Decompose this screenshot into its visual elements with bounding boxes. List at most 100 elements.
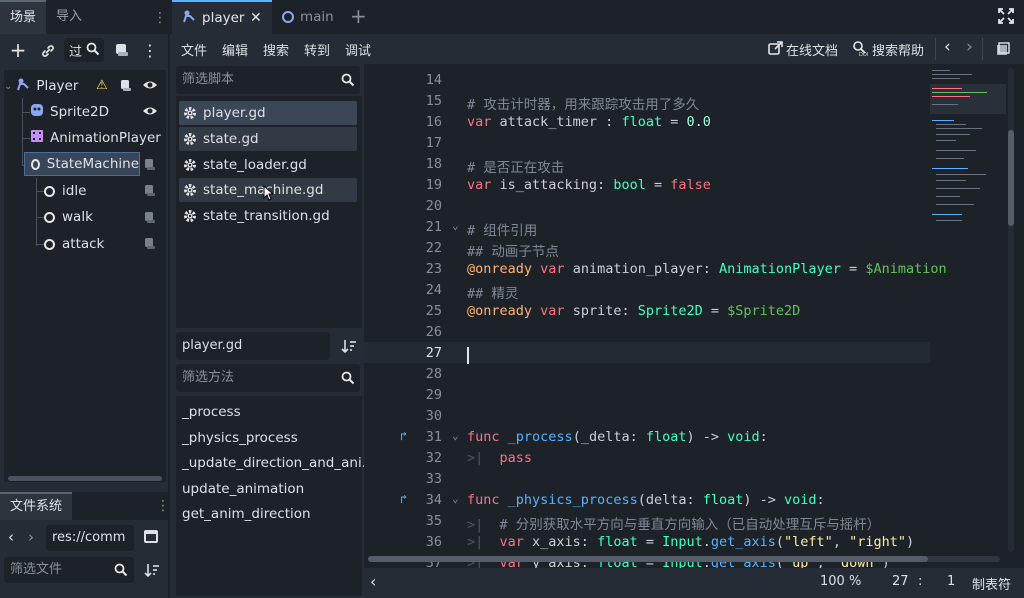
tree-node-sprite2d[interactable]: Sprite2D xyxy=(30,100,157,124)
tree-node-label: attack xyxy=(62,236,105,252)
editor-vscrollbar[interactable] xyxy=(1008,68,1014,552)
tab-filesystem[interactable]: 文件系统 xyxy=(0,492,73,520)
chevron-down-icon[interactable]: ⌄ xyxy=(4,81,12,92)
script-item-label: state_loader.gd xyxy=(203,157,307,173)
editor-hscrollbar[interactable] xyxy=(368,556,1000,562)
method-item[interactable]: _process xyxy=(182,404,241,420)
method-item[interactable]: _update_direction_and_ani... xyxy=(182,455,375,471)
node-icon xyxy=(44,185,55,197)
script-icon[interactable] xyxy=(144,184,156,201)
dock-menu-icon[interactable]: ⋮ xyxy=(156,498,170,514)
document-tabs-bar: player ✕ main + xyxy=(170,0,1024,34)
add-tab-icon[interactable]: + xyxy=(350,4,367,28)
more-icon[interactable]: ⋮ xyxy=(142,41,158,60)
menu-search[interactable]: 搜索 xyxy=(263,40,289,59)
online-docs-button[interactable]: 在线文档 xyxy=(786,40,838,59)
script-icon[interactable] xyxy=(144,158,156,175)
tab-label: player xyxy=(202,10,245,26)
toggle-scripts-panel-icon[interactable]: ‹ xyxy=(370,572,376,591)
script-item-player[interactable]: player.gd xyxy=(179,101,357,125)
visibility-eye-icon[interactable] xyxy=(142,78,158,96)
scene-tree: ⌄ Player ⚠ Sprite2D AnimationPlayer Stat… xyxy=(4,70,166,482)
menu-file[interactable]: 文件 xyxy=(181,40,207,59)
warning-icon[interactable]: ⚠ xyxy=(96,78,108,93)
layout-toggle-icon[interactable] xyxy=(144,530,158,543)
code-line: 16 var attack_timer : float = 0.0 xyxy=(425,114,711,130)
code-line: 15 # 攻击计时器，用来跟踪攻击用了多久 xyxy=(425,93,700,113)
code-minimap[interactable] xyxy=(930,64,1006,234)
script-item-label: state_transition.gd xyxy=(203,208,330,224)
tree-node-attack[interactable]: attack xyxy=(44,232,104,256)
script-list-panel: 筛选脚本 player.gd state.gd state_loader.gd … xyxy=(170,64,375,598)
menu-goto[interactable]: 转到 xyxy=(304,40,330,59)
sort-icon[interactable] xyxy=(144,562,160,582)
method-item[interactable]: get_anim_direction xyxy=(182,506,311,522)
path-field[interactable]: res://comm xyxy=(46,525,134,551)
hscrollbar-thumb[interactable] xyxy=(368,556,928,562)
tree-node-animationplayer[interactable]: AnimationPlayer xyxy=(30,126,161,150)
script-item-state[interactable]: state.gd xyxy=(179,127,357,151)
script-item-state-loader[interactable]: state_loader.gd xyxy=(179,153,357,177)
tree-node-statemachine[interactable]: StateMachine xyxy=(24,152,140,176)
sort-icon[interactable] xyxy=(341,338,357,358)
text-caret xyxy=(467,347,469,364)
method-item[interactable]: update_animation xyxy=(182,481,304,497)
tab-scene[interactable]: 场景 xyxy=(0,0,47,34)
dock-menu-icon[interactable]: ⋮ xyxy=(153,10,167,26)
script-icon[interactable] xyxy=(144,211,156,228)
current-script-name: player.gd xyxy=(176,332,330,360)
gear-icon xyxy=(183,132,197,146)
forward-icon[interactable]: › xyxy=(28,528,34,546)
tree-node-label: Sprite2D xyxy=(50,104,110,120)
history-forward-icon[interactable]: › xyxy=(966,37,973,57)
back-icon[interactable]: ‹ xyxy=(8,528,14,546)
code-editor[interactable]: 14 15 # 攻击计时器，用来跟踪攻击用了多久 16 var attack_tim… xyxy=(364,64,1024,568)
add-node-icon[interactable]: + xyxy=(8,38,28,62)
tab-player[interactable]: player ✕ xyxy=(172,0,272,34)
code-line: 28 xyxy=(425,366,442,382)
vscrollbar-thumb[interactable] xyxy=(1008,130,1014,226)
tree-node-idle[interactable]: idle xyxy=(44,179,86,203)
code-line: 21 ⌄ # 组件引用 xyxy=(425,219,538,239)
search-help-button[interactable]: 搜索帮助 xyxy=(872,40,924,59)
character-icon xyxy=(16,77,30,95)
method-item[interactable]: _physics_process xyxy=(182,430,298,446)
attach-script-icon[interactable] xyxy=(114,42,130,62)
menu-edit[interactable]: 编辑 xyxy=(222,40,248,59)
tree-node-label: walk xyxy=(62,209,93,225)
node-icon xyxy=(44,211,55,223)
zoom-level[interactable]: 100 % xyxy=(820,574,861,589)
fold-chevron-icon[interactable]: ⌄ xyxy=(452,492,459,505)
link-icon[interactable] xyxy=(38,41,58,61)
method-filter-input[interactable]: 筛选方法 xyxy=(176,364,360,392)
visibility-eye-icon[interactable] xyxy=(142,104,158,122)
sprite-icon xyxy=(30,103,44,121)
code-line: 24 ## 精灵 xyxy=(425,282,519,302)
script-menu-bar: 文件 编辑 搜索 转到 调试 在线文档 DOC 搜索帮助 ‹ › xyxy=(170,34,1024,64)
search-icon xyxy=(86,42,100,60)
scene-filter-input[interactable]: 过 xyxy=(64,38,104,62)
code-line: 30 xyxy=(425,408,442,424)
tree-node-walk[interactable]: walk xyxy=(44,205,93,229)
fold-chevron-icon[interactable]: ⌄ xyxy=(452,429,459,442)
cursor-line: 27 xyxy=(892,574,909,589)
character-icon xyxy=(182,9,196,27)
scene-tree-hscrollbar[interactable] xyxy=(8,476,162,481)
code-line: 32 >| pass xyxy=(425,450,533,466)
tree-node-label: StateMachine xyxy=(46,156,139,172)
tree-node-player[interactable]: ⌄ Player ⚠ xyxy=(4,74,164,98)
script-icon[interactable] xyxy=(144,237,156,254)
tab-import[interactable]: 导入 xyxy=(46,0,92,34)
toggle-panel-icon[interactable] xyxy=(996,42,1010,60)
script-filter-input[interactable]: 筛选脚本 xyxy=(176,66,360,94)
fullscreen-icon[interactable] xyxy=(998,8,1014,28)
tab-label: main xyxy=(300,9,334,25)
menu-debug[interactable]: 调试 xyxy=(345,40,371,59)
close-icon[interactable]: ✕ xyxy=(250,10,262,26)
script-item-state-transition[interactable]: state_transition.gd xyxy=(179,204,357,228)
indent-mode[interactable]: 制表符 xyxy=(972,574,1011,593)
history-back-icon[interactable]: ‹ xyxy=(944,37,951,57)
script-icon[interactable] xyxy=(120,79,132,96)
fold-chevron-icon[interactable]: ⌄ xyxy=(452,219,459,232)
tree-node-label: Player xyxy=(36,78,79,94)
